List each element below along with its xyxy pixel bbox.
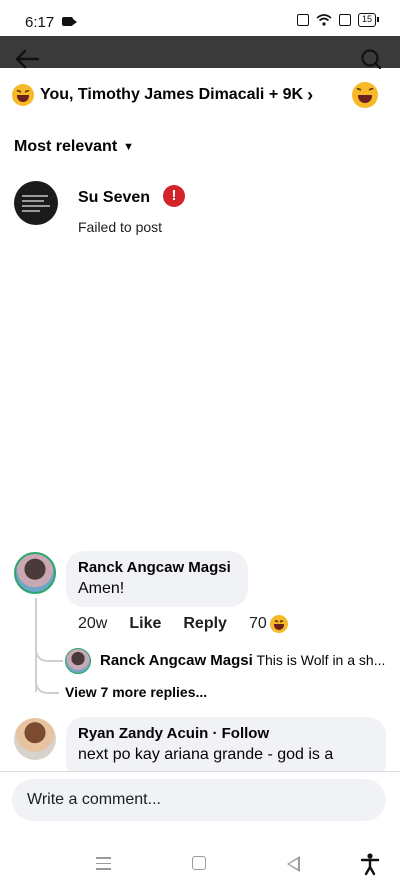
top-nav-band [0,36,400,68]
like-button[interactable]: Like [129,615,161,633]
error-icon[interactable]: ! [163,185,185,207]
comment-time: 20w [78,615,108,632]
reply-button[interactable]: Reply [183,615,227,633]
chevron-right-icon: › [307,84,314,105]
thread-connector [35,640,63,662]
back-arrow-icon[interactable] [14,47,40,71]
comment-input[interactable]: Write a comment... [12,779,386,821]
comment-author[interactable]: Ryan Zandy Acuin [78,725,208,742]
divider [0,771,400,772]
comment-text: Amen! [78,580,125,597]
reaction-count[interactable]: 70 [249,615,267,633]
status-time: 6:17 [25,14,55,31]
avatar[interactable] [14,552,56,594]
comment-actions: 20w Like Reply 70 [78,615,288,633]
search-icon[interactable] [360,48,382,70]
wifi-icon [316,14,332,26]
comment-bubble[interactable]: Ranck Angcaw Magsi Amen! [66,551,248,607]
failed-status[interactable]: Failed to post [78,219,162,235]
reply-text: This is Wolf in a sh... [256,652,386,668]
reactors-text: You, Timothy James Dimacali + 9K [40,86,304,103]
system-navigation-bar [0,840,400,888]
menu-icon[interactable] [96,857,111,874]
view-more-replies-link[interactable]: View 7 more replies... [65,684,207,700]
haha-emoji-icon[interactable] [269,615,288,633]
status-icons: 15 [296,13,380,27]
avatar[interactable] [14,718,56,760]
reply-author: Ranck Angcaw Magsi [100,652,253,669]
reactions-summary[interactable]: You, Timothy James Dimacali + 9K › [12,82,388,108]
thread-connector [35,672,59,694]
sort-dropdown[interactable]: Most relevant ▼ [14,138,134,156]
reply-preview[interactable]: Ranck Angcaw Magsi This is Wolf in a sh.… [100,652,390,669]
home-icon[interactable] [192,856,206,870]
battery-icon: 15 [357,13,380,27]
avatar[interactable] [14,181,58,225]
sort-label: Most relevant [14,138,118,155]
accessibility-icon[interactable] [360,852,380,876]
comment-text: next po kay ariana grande - god is a [78,746,334,763]
nfc-icon [296,14,309,26]
haha-emoji-icon [12,84,34,106]
comment-author[interactable]: Ranck Angcaw Magsi [78,559,236,576]
status-bar: 6:17 15 [0,0,400,40]
comment-author[interactable]: Su Seven [78,189,150,207]
screen-record-icon [62,17,77,26]
haha-reaction-button[interactable] [352,82,378,108]
back-icon[interactable] [287,856,300,872]
follow-link[interactable]: · Follow [212,725,269,742]
sim-icon [338,14,351,26]
chevron-down-icon: ▼ [123,141,135,153]
avatar[interactable] [65,648,91,674]
